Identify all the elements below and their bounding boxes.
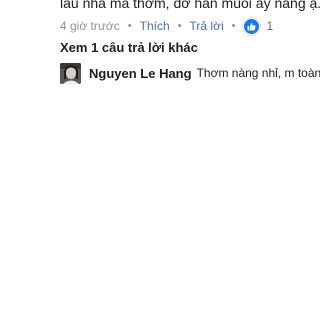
reply-button[interactable]: Trả lời bbox=[190, 19, 224, 33]
separator-dot: • bbox=[127, 20, 132, 32]
reply-author-name[interactable]: Nguyen Le Hang bbox=[89, 66, 192, 81]
comment-thread: lau nhà mà thơm, đỡ hẳn muỗi ấy nàng ạ. … bbox=[0, 0, 320, 320]
comment-timestamp: 4 giờ trước bbox=[60, 19, 120, 33]
like-button[interactable]: Thích bbox=[140, 19, 170, 33]
separator-dot: • bbox=[231, 20, 236, 32]
view-more-replies-link[interactable]: Xem 1 câu trả lời khác bbox=[60, 40, 198, 55]
comment-actions-row: 4 giờ trước • Thích • Trả lời • 1 bbox=[60, 17, 273, 35]
reply-preview-text: Thơm nàng nhỉ, m toàn... bbox=[196, 66, 320, 80]
separator-dot: • bbox=[177, 20, 182, 32]
avatar[interactable] bbox=[60, 62, 81, 84]
thumbs-up-icon[interactable] bbox=[243, 17, 261, 35]
like-count: 1 bbox=[266, 19, 274, 33]
reply-preview-row[interactable]: Nguyen Le Hang Thơm nàng nhỉ, m toàn... bbox=[60, 62, 320, 84]
comment-body: lau nhà mà thơm, đỡ hẳn muỗi ấy nàng ạ. bbox=[60, 0, 320, 11]
